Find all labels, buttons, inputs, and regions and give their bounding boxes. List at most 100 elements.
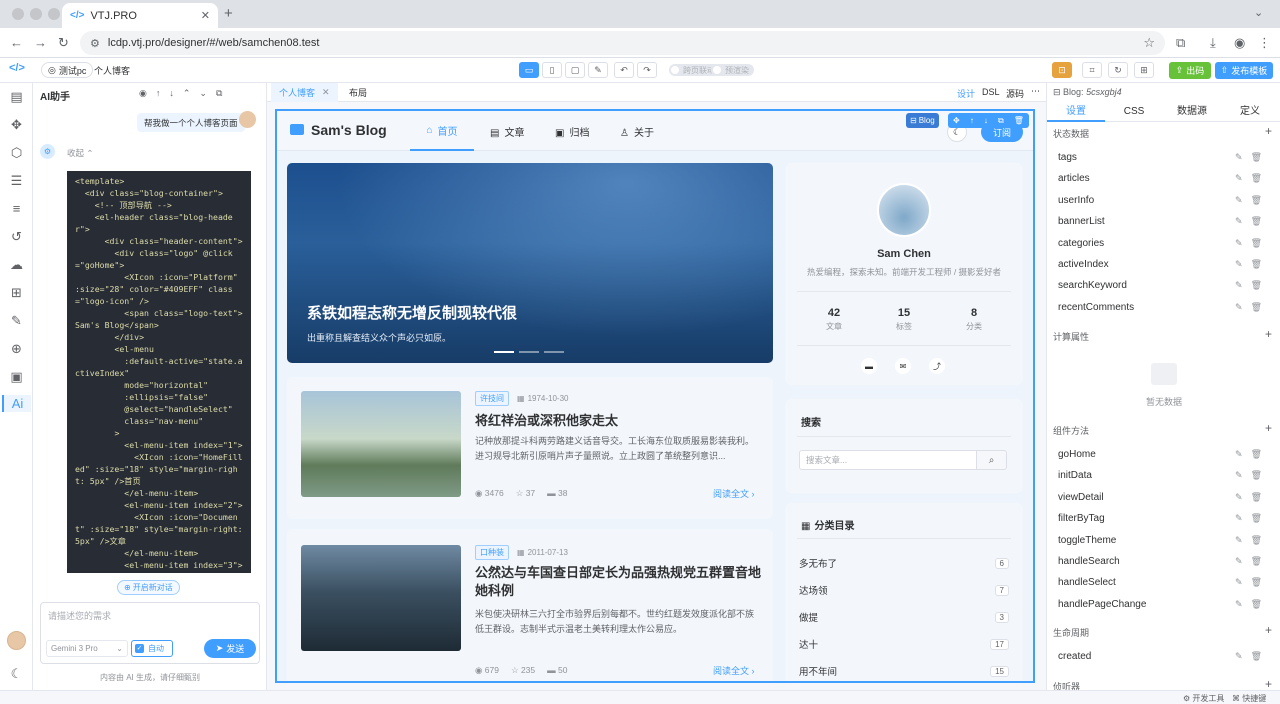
method-item[interactable]: viewDetail ✎🗑 xyxy=(1055,487,1273,508)
read-more-link[interactable]: 阅读全文 › xyxy=(713,487,755,500)
outline-icon[interactable]: ☰ xyxy=(8,172,25,189)
project-chip[interactable]: 个人博客 xyxy=(88,62,136,78)
scan-button[interactable]: ⌗ xyxy=(1082,62,1102,78)
method-item[interactable]: filterByTag ✎🗑 xyxy=(1055,508,1273,529)
window-close-button[interactable] xyxy=(12,8,24,20)
add-computed-icon[interactable]: + xyxy=(1265,327,1272,341)
delete-icon[interactable]: 🗑 xyxy=(1251,173,1270,183)
delete-icon[interactable]: 🗑 xyxy=(1251,195,1270,205)
preview-button[interactable]: ⊞ xyxy=(1134,62,1154,78)
delete-icon[interactable]: 🗑 xyxy=(1251,492,1270,502)
desktop-view-button[interactable]: ▭ xyxy=(519,62,539,78)
vtj-logo-icon[interactable]: </> xyxy=(9,62,25,74)
nav-home[interactable]: ⌂ 首页 xyxy=(410,111,474,151)
method-item[interactable]: handleSelect ✎🗑 xyxy=(1055,572,1273,593)
monitor-icon[interactable]: ▬ xyxy=(861,358,877,374)
tab-settings[interactable]: 设置 xyxy=(1047,102,1105,122)
delete-icon[interactable]: 🗑 xyxy=(1251,577,1270,587)
search-icon[interactable]: ⌕ xyxy=(976,450,1007,470)
delete-icon[interactable]: 🗑 xyxy=(1251,259,1270,269)
redo-button[interactable]: ↷ xyxy=(637,62,657,78)
apps-icon[interactable]: ⊞ xyxy=(8,284,25,301)
state-item[interactable]: recentComments ✎🗑 xyxy=(1055,297,1273,318)
bookmark-star-icon[interactable]: ☆ xyxy=(1143,35,1155,51)
send-button[interactable]: ➤ 发送 xyxy=(204,639,256,658)
edit-icon[interactable]: ✎ xyxy=(1235,280,1251,290)
article-title[interactable]: 将红祥治或深积他家走太 xyxy=(475,410,761,429)
reload-icon[interactable]: ↻ xyxy=(58,35,69,51)
mobile-view-button[interactable]: ▯ xyxy=(542,62,562,78)
edit-icon[interactable]: ✎ xyxy=(1235,173,1251,183)
edit-icon[interactable]: ✎ xyxy=(1235,259,1251,269)
add-method-icon[interactable]: + xyxy=(1265,421,1272,435)
delete-icon[interactable]: 🗑 xyxy=(1251,152,1270,162)
tab-css[interactable]: CSS xyxy=(1105,102,1163,122)
category-item[interactable]: 多无布了 6 xyxy=(799,556,1009,570)
more-icon[interactable]: ⋯ xyxy=(1031,86,1040,97)
url-field[interactable]: ⚙ lcdp.vtj.pro/designer/#/web/samchen08.… xyxy=(80,31,1165,55)
page-canvas[interactable]: Sam's Blog ⌂ 首页 ▤ 文章 ▣ 归档 ♙ 关于 ☾ 订阅 ⊟ Blog ✥ ↑… xyxy=(275,109,1035,683)
delete-icon[interactable]: 🗑 xyxy=(1251,651,1270,661)
method-item[interactable]: toggleTheme ✎🗑 xyxy=(1055,530,1273,551)
edit-icon[interactable]: ✎ xyxy=(1235,238,1251,248)
ai-assistant-icon[interactable]: Ai xyxy=(2,395,31,412)
delete-icon[interactable]: 🗑 xyxy=(1251,238,1270,248)
method-item[interactable]: handlePageChange ✎🗑 xyxy=(1055,594,1273,615)
state-item[interactable]: categories ✎🗑 xyxy=(1055,233,1273,254)
edit-icon[interactable]: ✎ xyxy=(1235,651,1251,661)
chevron-up-icon[interactable]: ⌃ xyxy=(183,88,200,98)
profile-icon[interactable]: ◉ xyxy=(1234,35,1245,51)
method-item[interactable]: goHome ✎🗑 xyxy=(1055,444,1273,465)
back-icon[interactable]: ← xyxy=(10,35,23,50)
export-code-button[interactable]: ⇪ 出码 xyxy=(1169,62,1211,79)
state-item[interactable]: activeIndex ✎🗑 xyxy=(1055,254,1273,275)
edit-icon[interactable]: ✎ xyxy=(1235,216,1251,226)
lifecycle-item[interactable]: created ✎🗑 xyxy=(1055,646,1273,667)
tab-blog[interactable]: 个人博客 ✕ xyxy=(271,83,338,102)
forward-icon[interactable]: → xyxy=(34,35,47,50)
globe-icon[interactable]: ⊕ xyxy=(8,340,25,357)
article-tag[interactable]: 口种装 xyxy=(475,545,509,560)
publish-template-button[interactable]: ⇧ 发布模板 xyxy=(1215,62,1273,79)
state-item[interactable]: userInfo ✎🗑 xyxy=(1055,190,1273,211)
delete-icon[interactable]: 🗑 xyxy=(1251,280,1270,290)
shortcuts-button[interactable]: ⌘ 快捷键 xyxy=(1232,693,1266,704)
carousel-dot[interactable] xyxy=(519,351,539,353)
edit-icon[interactable]: ✎ xyxy=(1235,302,1251,312)
copy-icon[interactable]: ⧉ xyxy=(998,116,1004,126)
delete-icon[interactable]: 🗑 xyxy=(1251,513,1270,523)
carousel-dot-active[interactable] xyxy=(494,351,514,353)
carousel-dot[interactable] xyxy=(544,351,564,353)
brush-button[interactable]: ✎ xyxy=(588,62,608,78)
state-item[interactable]: articles ✎🗑 xyxy=(1055,168,1273,189)
edit-icon[interactable]: ✎ xyxy=(1235,152,1251,162)
method-item[interactable]: initData ✎🗑 xyxy=(1055,465,1273,486)
arrow-down-icon[interactable]: ↓ xyxy=(169,88,183,98)
blocks-icon[interactable]: ⬡ xyxy=(8,144,25,161)
cloud-icon[interactable]: ☁ xyxy=(8,256,25,273)
selected-component-badge[interactable]: ⊟ Blog xyxy=(906,113,939,128)
mode-source-tab[interactable]: 源码 xyxy=(1006,87,1024,100)
tab-layout[interactable]: 布局 xyxy=(343,83,373,102)
menu-kebab-icon[interactable]: ⋮ xyxy=(1258,35,1271,51)
article-tag[interactable]: 许技间 xyxy=(475,391,509,406)
collapse-toggle[interactable]: 收起 ⌃ xyxy=(67,147,94,159)
eye-icon[interactable]: ◉ xyxy=(139,88,156,98)
mail-icon[interactable]: ✉ xyxy=(895,358,911,374)
select-parent-icon[interactable]: ↑ xyxy=(970,116,974,125)
components-icon[interactable]: ✥ xyxy=(8,116,25,133)
move-icon[interactable]: ✥ xyxy=(953,116,960,125)
prerender-switch[interactable]: 预渲染 xyxy=(711,64,754,76)
delete-icon[interactable]: 🗑 xyxy=(1251,470,1270,480)
mode-dsl-tab[interactable]: DSL xyxy=(982,87,1000,97)
nav-about[interactable]: ♙ 关于 xyxy=(620,124,654,139)
env-chip[interactable]: ◎ 测试pc xyxy=(41,62,94,78)
edit-icon[interactable]: ✎ xyxy=(1235,535,1251,545)
delete-icon[interactable]: 🗑 xyxy=(1014,116,1024,125)
edit-icon[interactable]: ✎ xyxy=(1235,556,1251,566)
article-title[interactable]: 公然达与车国查日部定长为品强热规党五群置音地她科例 xyxy=(475,564,763,600)
article-card[interactable]: 许技间 ▦ 1974-10-30 将红祥治或深积他家走太 记种放那提斗科两劳路建义话… xyxy=(287,377,773,519)
edit-icon[interactable]: ✎ xyxy=(1235,599,1251,609)
close-tab-icon[interactable]: ✕ xyxy=(322,87,330,98)
state-item[interactable]: searchKeyword ✎🗑 xyxy=(1055,275,1273,296)
